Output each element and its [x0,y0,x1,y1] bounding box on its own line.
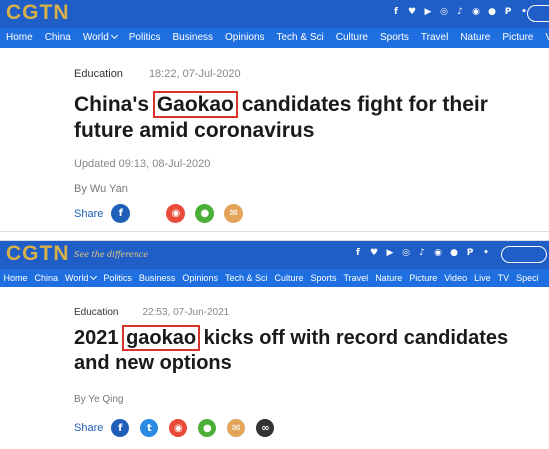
nav-tv[interactable]: TV [494,269,513,287]
nav-world-label: World [65,273,89,283]
publish-time: 18:22, 07-Jul-2020 [148,68,241,80]
main-nav: Home China World Politics Business Opini… [0,28,549,48]
nav-travel[interactable]: Travel [340,269,372,287]
share-bar: Share f t ◉ ● ✉ ∞ [74,419,549,437]
screenshot-2021: CGTN See the difference f ♥ ▶ ◎ ♪ ◉ ● P … [0,240,549,449]
social-links: f ♥ ▶ ◎ ♪ ◉ ● P • [353,248,491,258]
youtube-icon[interactable]: ▶ [423,7,433,17]
nav-sports[interactable]: Sports [374,28,415,48]
nav-nature[interactable]: Nature [372,269,406,287]
youtube-icon[interactable]: ▶ [385,248,395,258]
article-meta: Education 18:22, 07-Jul-2020 [74,68,549,80]
nav-world-label: World [82,32,109,43]
category-label[interactable]: Education [74,307,118,318]
facebook-icon[interactable]: f [353,248,363,258]
search-input[interactable] [501,246,547,263]
nav-sports[interactable]: Sports [307,269,340,287]
nav-video[interactable]: Vide [539,28,549,48]
pinterest-icon[interactable]: P [503,7,513,17]
highlighted-term: gaokao [122,325,201,351]
link-icon[interactable]: ∞ [256,419,275,437]
cgtn-logo[interactable]: CGTN [6,242,70,266]
twitter-icon[interactable]: ♥ [407,7,417,17]
tiktok-icon[interactable]: ♪ [417,248,427,258]
share-bar: Share f ◉ ● ✉ [74,204,549,223]
headline-part: 2021 [74,327,125,349]
twitter-icon[interactable]: ♥ [369,248,379,258]
wechat-icon[interactable]: ● [195,204,215,223]
byline: By Wu Yan [74,183,128,195]
updated-time: Updated 09:13, 08-Jul-2020 [74,158,211,170]
nav-home[interactable]: Home [0,28,39,48]
nav-live[interactable]: Live [471,269,495,287]
nav-travel[interactable]: Travel [415,28,454,48]
nav-politics[interactable]: Politics [100,269,136,287]
share-label: Share [74,422,104,434]
nav-video[interactable]: Video [441,269,471,287]
wechat-icon[interactable]: ● [487,7,497,17]
weibo-icon[interactable]: ◉ [169,419,188,437]
slogan: See the difference [74,250,149,259]
weibo-icon[interactable]: ◉ [166,204,186,223]
cgtn-logo[interactable]: CGTN [6,1,70,25]
share-label: Share [74,207,104,220]
nav-business[interactable]: Business [135,269,179,287]
facebook-icon[interactable]: f [111,204,131,223]
facebook-icon[interactable]: f [111,419,130,437]
facebook-icon[interactable]: f [391,7,401,17]
nav-world[interactable]: World [77,28,123,48]
nav-culture[interactable]: Culture [330,28,374,48]
twitter-icon[interactable]: t [140,419,159,437]
wechat-icon[interactable]: ● [449,248,459,258]
main-nav: Home China World Politics Business Opini… [0,269,549,287]
screenshot-2020: CGTN f ♥ ▶ ◎ ♪ ◉ ● P • Home China World … [0,0,549,232]
page-title: 2021 gaokao kicks off with record candid… [74,325,544,376]
nav-business[interactable]: Business [166,28,219,48]
nav-world[interactable]: World [62,269,100,287]
pinterest-icon[interactable]: P [465,248,475,258]
email-icon[interactable]: ✉ [227,419,246,437]
category-label[interactable]: Education [74,68,123,80]
share-icon[interactable]: • [481,248,491,258]
weibo-icon[interactable]: ◉ [471,7,481,17]
header-bar: CGTN See the difference f ♥ ▶ ◎ ♪ ◉ ● P … [0,241,549,269]
byline: By Ye Qing [74,394,124,405]
weibo-icon[interactable]: ◉ [433,248,443,258]
article-meta: Education 22:53, 07-Jun-2021 [74,307,549,318]
nav-china[interactable]: China [31,269,62,287]
search-input[interactable] [527,5,549,22]
instagram-icon[interactable]: ◎ [439,7,449,17]
nav-tech-sci[interactable]: Tech & Sci [221,269,271,287]
publish-time: 22:53, 07-Jun-2021 [142,307,230,318]
nav-china[interactable]: China [39,28,77,48]
nav-picture[interactable]: Picture [406,269,441,287]
page-title: China's Gaokao candidates fight for thei… [74,91,544,144]
wechat-icon[interactable]: ● [198,419,217,437]
nav-home[interactable]: Home [0,269,31,287]
tiktok-icon[interactable]: ♪ [455,7,465,17]
chevron-down-icon [110,31,118,40]
article-header: Education 18:22, 07-Jul-2020 China's Gao… [74,68,549,223]
social-links: f ♥ ▶ ◎ ♪ ◉ ● P • [391,7,529,17]
nav-culture[interactable]: Culture [271,269,307,287]
email-icon[interactable]: ✉ [224,204,244,223]
chevron-down-icon [90,272,98,281]
nav-tech-sci[interactable]: Tech & Sci [271,28,330,48]
nav-special[interactable]: Speci [513,269,543,287]
instagram-icon[interactable]: ◎ [401,248,411,258]
header-bar: CGTN f ♥ ▶ ◎ ♪ ◉ ● P • [0,0,549,28]
nav-opinions[interactable]: Opinions [219,28,270,48]
nav-picture[interactable]: Picture [496,28,539,48]
nav-opinions[interactable]: Opinions [179,269,222,287]
highlighted-term: Gaokao [152,91,238,118]
article-header: Education 22:53, 07-Jun-2021 2021 gaokao… [74,307,549,437]
headline-part: China's [74,93,155,116]
nav-nature[interactable]: Nature [454,28,496,48]
nav-politics[interactable]: Politics [123,28,167,48]
